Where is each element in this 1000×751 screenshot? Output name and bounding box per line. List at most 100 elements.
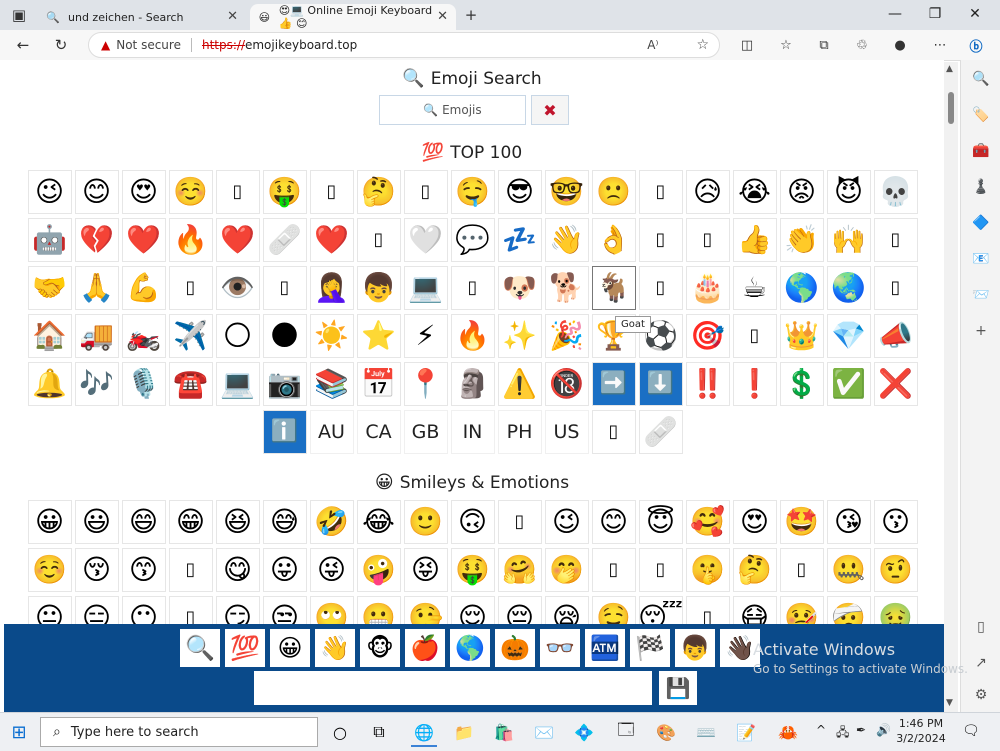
external-link-icon[interactable]: ↗ — [970, 652, 992, 674]
emoji-button[interactable]: 🌏 — [826, 266, 871, 310]
tab-emoji-keyboard[interactable]: 😃 😍💻 Online Emoji Keyboard 👍 😊 ✕ — [250, 4, 456, 30]
emoji-button[interactable]: ▯ — [356, 218, 401, 262]
emoji-button[interactable]: 😇 — [638, 500, 683, 544]
emoji-button[interactable]: GB — [403, 410, 448, 454]
emoji-button[interactable]: 🐶 — [497, 266, 542, 310]
emoji-button[interactable]: 💬 — [450, 218, 495, 262]
emoji-text-field[interactable] — [254, 671, 652, 705]
emoji-button[interactable]: 🐐 — [591, 266, 636, 310]
emoji-button[interactable]: 👑 — [779, 314, 824, 358]
emoji-search-input[interactable]: 🔍 Emojis — [379, 95, 526, 125]
emoji-button[interactable]: 😝 — [403, 548, 448, 592]
emoji-button[interactable]: ▯ — [873, 266, 918, 310]
emoji-button[interactable]: 🤪 — [356, 548, 401, 592]
app-window-icon[interactable]: 🗔 — [613, 719, 639, 745]
emoji-button[interactable]: 😂 — [356, 500, 401, 544]
emoji-button[interactable]: 👏 — [779, 218, 824, 262]
emoji-button[interactable]: ▯ — [732, 314, 777, 358]
profile-avatar-icon[interactable]: ● — [890, 36, 910, 54]
read-aloud-icon[interactable]: A⁾ — [647, 38, 658, 52]
emoji-button[interactable]: 💻 — [215, 362, 260, 406]
emoji-button[interactable]: ❤️ — [215, 218, 260, 262]
pen-icon[interactable]: ✒ — [856, 723, 866, 737]
emoji-button[interactable]: 😊 — [74, 170, 119, 214]
emoji-button[interactable]: 😎 — [497, 170, 542, 214]
emoji-button[interactable]: AU — [309, 410, 354, 454]
emoji-button[interactable]: 🗿 — [450, 362, 495, 406]
emoji-button[interactable]: 🔥 — [450, 314, 495, 358]
edge-browser-icon[interactable]: 🌐 — [411, 719, 437, 747]
emoji-button[interactable]: 🔥 — [168, 218, 213, 262]
category-button[interactable]: 😀 — [270, 629, 310, 667]
emoji-button[interactable]: ▯ — [450, 266, 495, 310]
emoji-button[interactable]: 💤 — [497, 218, 542, 262]
scroll-down-icon[interactable]: ▼ — [946, 698, 953, 708]
paint-icon[interactable]: 🎨 — [653, 719, 679, 745]
emoji-button[interactable]: ➡️ — [591, 362, 636, 406]
category-button[interactable]: 🍎 — [405, 629, 445, 667]
category-button[interactable]: 👓 — [540, 629, 580, 667]
category-button[interactable]: 👋 — [315, 629, 355, 667]
tray-chevron-icon[interactable]: ^ — [816, 723, 826, 737]
emoji-button[interactable]: ▯ — [638, 218, 683, 262]
emoji-button[interactable]: 😘 — [826, 500, 871, 544]
emoji-button[interactable]: ℹ️ — [262, 410, 307, 454]
emoji-button[interactable]: 🌕 — [215, 314, 260, 358]
scroll-thumb[interactable] — [948, 92, 954, 124]
add-icon[interactable]: + — [970, 320, 992, 342]
tools-icon[interactable]: 🧰 — [970, 140, 992, 162]
tab-actions-icon[interactable]: ▣ — [8, 5, 30, 25]
emoji-button[interactable]: 🙌 — [826, 218, 871, 262]
emoji-button[interactable]: 🤩 — [779, 500, 824, 544]
emoji-button[interactable]: 📷 — [262, 362, 307, 406]
new-tab-button[interactable]: + — [460, 5, 482, 25]
emoji-button[interactable]: 🔔 — [27, 362, 72, 406]
emoji-button[interactable]: ☺️ — [168, 170, 213, 214]
emoji-button[interactable]: 😭 — [732, 170, 777, 214]
emoji-button[interactable]: ✈️ — [168, 314, 213, 358]
emoji-button[interactable]: 😁 — [168, 500, 213, 544]
emoji-button[interactable]: 🎉 — [544, 314, 589, 358]
emoji-button[interactable]: ▯ — [779, 548, 824, 592]
emoji-button[interactable]: 🤫 — [685, 548, 730, 592]
emoji-button[interactable]: 🏠 — [27, 314, 72, 358]
emoji-button[interactable]: ▯ — [403, 170, 448, 214]
emoji-button[interactable]: 🔞 — [544, 362, 589, 406]
file-explorer-icon[interactable]: 📁 — [451, 719, 477, 745]
emoji-button[interactable]: 🙁 — [591, 170, 636, 214]
category-button[interactable]: 🐵 — [360, 629, 400, 667]
category-button[interactable]: 🏧 — [585, 629, 625, 667]
close-tab-icon[interactable]: ✕ — [437, 9, 448, 24]
scroll-up-icon[interactable]: ▲ — [946, 64, 953, 74]
emoji-button[interactable]: 👍 — [732, 218, 777, 262]
emoji-button[interactable]: ▯ — [685, 218, 730, 262]
app-red-icon[interactable]: 🦀 — [775, 719, 801, 745]
copilot-icon[interactable]: ⓑ — [966, 36, 986, 55]
emoji-button[interactable]: ▯ — [309, 170, 354, 214]
emoji-button[interactable]: 🚚 — [74, 314, 119, 358]
emoji-button[interactable]: 🤔 — [732, 548, 777, 592]
emoji-button[interactable]: 🙃 — [450, 500, 495, 544]
cortana-icon[interactable]: ○ — [327, 719, 353, 745]
visual-studio-icon[interactable]: 💠 — [571, 719, 597, 745]
emoji-button[interactable]: 🌎 — [779, 266, 824, 310]
emoji-button[interactable]: 😅 — [262, 500, 307, 544]
emoji-button[interactable]: 😀 — [27, 500, 72, 544]
page-scrollbar[interactable]: ▲ ▼ — [944, 62, 958, 712]
refresh-icon[interactable]: ↻ — [50, 35, 72, 55]
more-options-icon[interactable]: ⋯ — [930, 36, 950, 54]
emoji-button[interactable]: ▯ — [591, 548, 636, 592]
games-icon[interactable]: ♟️ — [970, 176, 992, 198]
emoji-button[interactable]: 🩹 — [638, 410, 683, 454]
emoji-button[interactable]: 😥 — [685, 170, 730, 214]
favorite-star-icon[interactable]: ☆ — [696, 37, 709, 53]
emoji-button[interactable]: ✨ — [497, 314, 542, 358]
emoji-button[interactable]: PH — [497, 410, 542, 454]
windows-start-icon[interactable]: ⊞ — [8, 721, 30, 743]
emoji-button[interactable]: 💔 — [74, 218, 119, 262]
emoji-button[interactable]: 🤗 — [497, 548, 542, 592]
emoji-button[interactable]: 😋 — [215, 548, 260, 592]
terminal-icon[interactable]: ⌨️ — [693, 719, 719, 745]
emoji-button[interactable]: ▯ — [873, 218, 918, 262]
notes-icon[interactable]: 📝 — [733, 719, 759, 745]
